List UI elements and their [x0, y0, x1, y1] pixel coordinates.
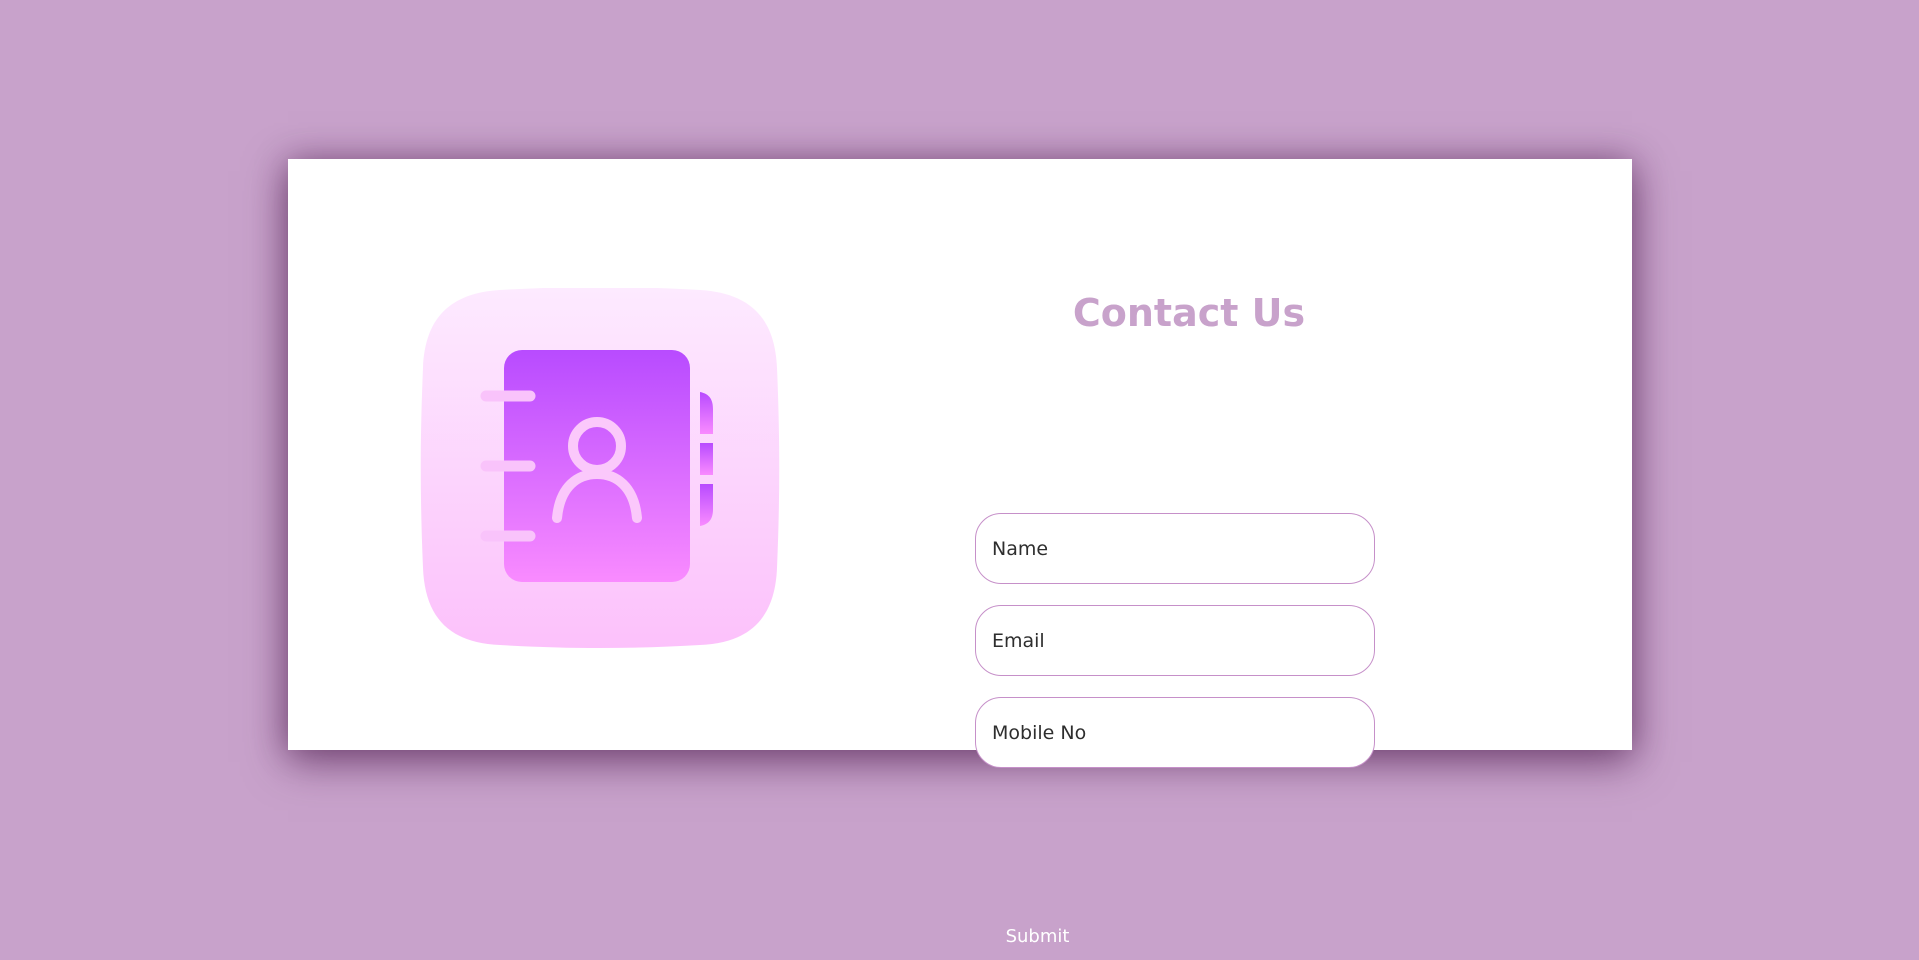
name-field[interactable]: [975, 513, 1375, 584]
contact-book-illustration: [420, 288, 780, 648]
page-title: Contact Us: [1072, 291, 1306, 335]
contact-book-icon: [420, 288, 780, 648]
contact-card: Contact Us Submit: [288, 159, 1632, 960]
mobile-field[interactable]: [975, 697, 1375, 768]
email-field[interactable]: [975, 605, 1375, 676]
submit-button[interactable]: Submit: [975, 913, 1100, 960]
